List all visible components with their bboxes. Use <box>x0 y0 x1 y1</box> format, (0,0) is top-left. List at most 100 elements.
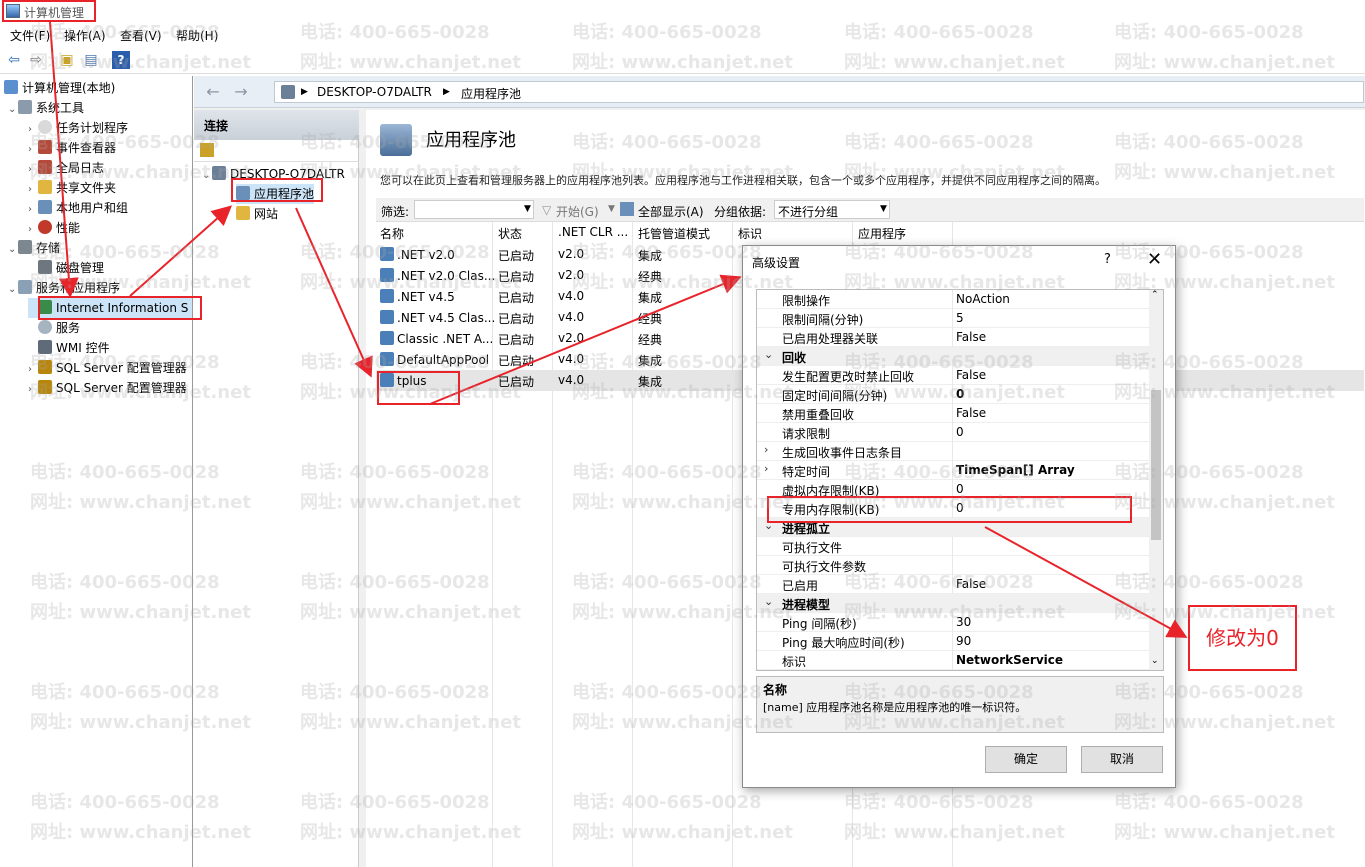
tree-item-sql-config-1[interactable]: › SQL Server 配置管理器 <box>28 358 187 378</box>
chevron-right-icon[interactable]: › <box>28 140 38 160</box>
property-value[interactable]: 0 <box>956 501 964 515</box>
help-icon[interactable]: ? <box>1104 252 1111 267</box>
property-row[interactable]: 已启用 False <box>757 575 1149 594</box>
tree-item-iis[interactable]: Internet Information S <box>28 298 192 318</box>
property-category[interactable]: ⌄ 进程孤立 <box>757 518 1149 537</box>
property-value[interactable]: 0 <box>956 482 964 496</box>
tree-item-computer-management[interactable]: 计算机管理(本地) <box>4 78 115 98</box>
tree-item-local-users[interactable]: › 本地用户和组 <box>28 198 128 218</box>
back-arrow-icon[interactable]: ⇦ <box>5 51 23 69</box>
chevron-down-icon[interactable]: ▼ <box>524 204 531 214</box>
col-status[interactable]: 状态 <box>498 225 522 242</box>
property-row[interactable]: 标识 NetworkService <box>757 651 1149 670</box>
tree-item-system-tools[interactable]: ⌄ 系统工具 <box>8 98 84 118</box>
chevron-right-icon[interactable]: › <box>28 360 38 380</box>
conn-item-app-pools[interactable]: 应用程序池 <box>236 184 315 204</box>
property-row[interactable]: 已启用处理器关联 False <box>757 328 1149 347</box>
breadcrumb-server[interactable]: DESKTOP-O7DALTR <box>317 85 432 99</box>
conn-item-server[interactable]: ⌄ DESKTOP-O7DALTR <box>202 164 345 184</box>
property-row[interactable]: 禁用重叠回收 False <box>757 404 1149 423</box>
property-value[interactable]: NetworkService <box>956 653 1063 667</box>
tree-item-performance[interactable]: › 性能 <box>28 218 80 238</box>
menu-view[interactable]: 查看(V) <box>120 27 162 44</box>
forward-arrow-icon[interactable]: ⇨ <box>27 51 45 69</box>
tree-item-event-viewer[interactable]: › 事件查看器 <box>28 138 116 158</box>
nav-forward-icon[interactable]: → <box>230 82 252 102</box>
tree-item-disk-management[interactable]: 磁盘管理 <box>28 258 104 278</box>
chevron-right-icon[interactable]: › <box>28 180 38 200</box>
property-row[interactable]: 限制操作 NoAction <box>757 290 1149 309</box>
help-icon[interactable]: ? <box>112 51 130 69</box>
property-value[interactable]: False <box>956 577 986 591</box>
chevron-down-icon[interactable]: ⌄ <box>202 166 212 186</box>
property-row[interactable]: 限制间隔(分钟) 5 <box>757 309 1149 328</box>
address-bar[interactable]: ▶ DESKTOP-O7DALTR ▶ 应用程序池 <box>274 81 1364 103</box>
property-value[interactable]: TimeSpan[] Array <box>956 463 1075 477</box>
tree-item-sql-config-2[interactable]: › SQL Server 配置管理器 <box>28 378 187 398</box>
start-button[interactable]: 开始(G) <box>556 203 599 220</box>
chevron-down-icon[interactable]: ⌄ <box>764 519 773 532</box>
chevron-down-icon[interactable]: ▼ <box>608 204 615 214</box>
chevron-right-icon[interactable]: › <box>28 200 38 220</box>
connect-icon[interactable] <box>200 143 214 157</box>
property-row[interactable]: › 特定时间 TimeSpan[] Array <box>757 461 1149 480</box>
tree-item-storage[interactable]: ⌄ 存储 <box>8 238 60 258</box>
chevron-down-icon[interactable]: ⌄ <box>764 348 773 361</box>
property-value[interactable]: NoAction <box>956 292 1010 306</box>
property-row[interactable]: 虚拟内存限制(KB) 0 <box>757 480 1149 499</box>
breadcrumb-page[interactable]: 应用程序池 <box>461 85 521 102</box>
col-pipeline[interactable]: 托管管道模式 <box>638 225 710 242</box>
property-category[interactable]: ⌄ 回收 <box>757 347 1149 366</box>
conn-item-sites[interactable]: 网站 <box>236 204 278 224</box>
property-row[interactable]: 固定时间间隔(分钟) 0 <box>757 385 1149 404</box>
property-value[interactable]: 0 <box>956 387 964 401</box>
cancel-button[interactable]: 取消 <box>1081 746 1163 773</box>
property-row[interactable]: › 生成回收事件日志条目 <box>757 442 1149 461</box>
filter-input[interactable] <box>414 200 534 219</box>
col-applications[interactable]: 应用程序 <box>858 225 906 242</box>
property-value[interactable]: 0 <box>956 425 964 439</box>
col-clr[interactable]: .NET CLR ... <box>558 225 628 239</box>
tree-item-task-scheduler[interactable]: › 任务计划程序 <box>28 118 128 138</box>
property-row[interactable]: 可执行文件参数 <box>757 556 1149 575</box>
property-row[interactable]: 请求限制 0 <box>757 423 1149 442</box>
tree-item-wmi[interactable]: WMI 控件 <box>28 338 110 358</box>
chevron-down-icon[interactable]: ⌄ <box>8 100 18 120</box>
nav-back-icon[interactable]: ← <box>202 82 224 102</box>
tree-item-services[interactable]: 服务 <box>28 318 80 338</box>
property-value[interactable]: False <box>956 406 986 420</box>
up-folder-icon[interactable]: ▣ <box>58 51 76 69</box>
close-icon[interactable]: ✕ <box>1147 249 1162 270</box>
tree-item-shared-folders[interactable]: › 共享文件夹 <box>28 178 116 198</box>
scrollbar-thumb[interactable] <box>1151 390 1161 540</box>
tree-item-services-and-apps[interactable]: ⌄ 服务和应用程序 <box>8 278 120 298</box>
chevron-down-icon[interactable]: ▼ <box>880 204 887 214</box>
menu-file[interactable]: 文件(F) <box>10 27 50 44</box>
col-identity[interactable]: 标识 <box>738 225 762 242</box>
chevron-down-icon[interactable]: ⌄ <box>764 595 773 608</box>
property-row[interactable]: Ping 间隔(秒) 30 <box>757 613 1149 632</box>
ok-button[interactable]: 确定 <box>985 746 1067 773</box>
property-value[interactable]: 30 <box>956 615 971 629</box>
property-value[interactable]: False <box>956 330 986 344</box>
property-value[interactable]: 90 <box>956 634 971 648</box>
property-category[interactable]: ⌄ 进程模型 <box>757 594 1149 613</box>
property-row[interactable]: 发生配置更改时禁止回收 False <box>757 366 1149 385</box>
chevron-right-icon[interactable]: › <box>28 220 38 240</box>
tree-item-global-log[interactable]: › 全局日志 <box>28 158 104 178</box>
chevron-down-icon[interactable]: ⌄ <box>8 240 18 260</box>
property-value[interactable]: 5 <box>956 311 964 325</box>
chevron-up-icon[interactable]: ⌃ <box>1151 290 1159 300</box>
chevron-right-icon[interactable]: › <box>28 380 38 400</box>
col-name[interactable]: 名称 <box>380 225 404 242</box>
property-row[interactable]: Ping 最大响应时间(秒) 90 <box>757 632 1149 651</box>
chevron-right-icon[interactable]: › <box>764 462 768 475</box>
menu-action[interactable]: 操作(A) <box>64 27 106 44</box>
show-tree-icon[interactable]: ▤ <box>82 51 100 69</box>
chevron-right-icon[interactable]: › <box>28 120 38 140</box>
show-all-button[interactable]: 全部显示(A) <box>638 203 704 220</box>
chevron-right-icon[interactable]: › <box>764 443 768 456</box>
chevron-down-icon[interactable]: ⌄ <box>1151 656 1159 666</box>
property-row[interactable]: 可执行文件 <box>757 537 1149 556</box>
menu-help[interactable]: 帮助(H) <box>176 27 218 44</box>
